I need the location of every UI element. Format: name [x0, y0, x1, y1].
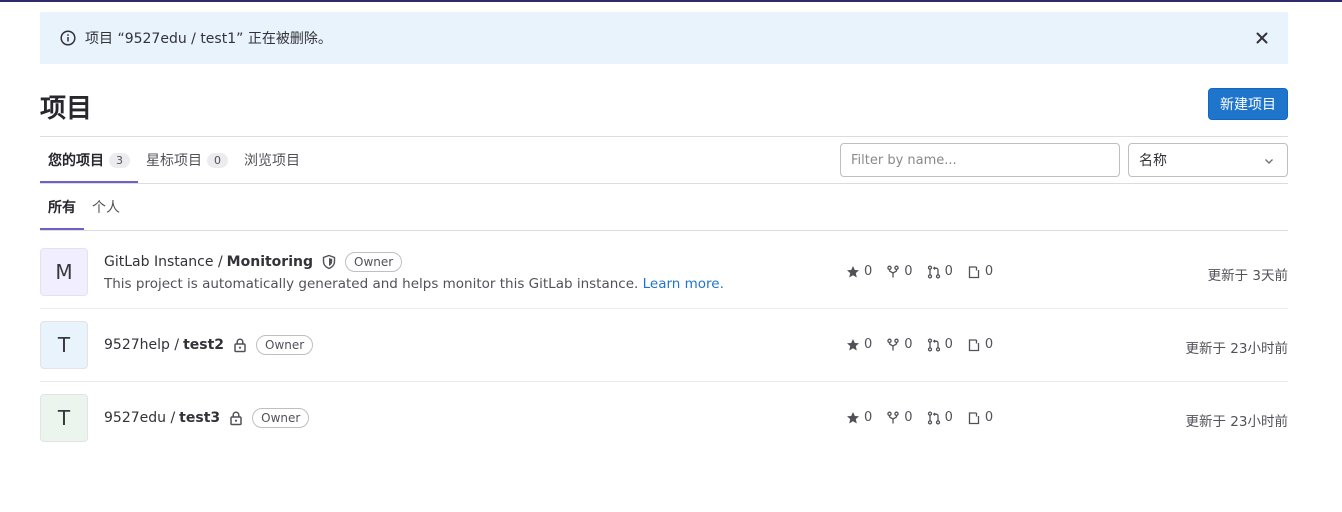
sort-selected: 名称: [1139, 153, 1167, 169]
merge-requests-stat[interactable]: 0: [927, 410, 953, 425]
filter-input[interactable]: [840, 143, 1120, 177]
subtab-personal[interactable]: 个人: [84, 184, 128, 230]
project-name: test3: [179, 410, 221, 426]
merge-requests-stat[interactable]: 0: [927, 337, 953, 352]
shield-icon: [321, 254, 337, 270]
subtab-all[interactable]: 所有: [40, 184, 84, 230]
count-badge: 3: [109, 152, 130, 168]
merge-request-icon: [927, 264, 941, 279]
forks-count: 0: [904, 337, 913, 352]
project-namespace: GitLab Instance /: [104, 254, 223, 270]
merge-requests-stat[interactable]: 0: [927, 264, 953, 279]
stars-count: 0: [864, 410, 873, 425]
forks-stat[interactable]: 0: [886, 337, 913, 352]
forks-stat[interactable]: 0: [886, 410, 913, 425]
project-namespace: 9527edu /: [104, 410, 176, 426]
deletion-alert: 项目 “9527edu / test1” 正在被删除。: [40, 12, 1288, 64]
forks-count: 0: [904, 410, 913, 425]
role-badge: Owner: [252, 408, 310, 428]
project-stats: 0 0 0 0: [846, 337, 1007, 352]
project-title[interactable]: 9527edu / test3 Owner: [104, 408, 310, 428]
chevron-down-icon: [1263, 155, 1275, 167]
stars-stat[interactable]: 0: [846, 264, 872, 279]
role-badge: Owner: [256, 335, 314, 355]
fork-icon: [886, 338, 900, 352]
merge-requests-count: 0: [944, 337, 953, 352]
stars-stat[interactable]: 0: [846, 410, 872, 425]
issues-count: 0: [984, 337, 994, 352]
merge-request-icon: [927, 410, 941, 425]
updated-time: 更新于 3天前: [1207, 268, 1288, 284]
divider: [40, 230, 1288, 231]
project-description: This project is automatically generated …: [104, 276, 724, 292]
avatar[interactable]: T: [40, 394, 88, 442]
issues-stat[interactable]: 0: [967, 337, 993, 352]
project-tabs: 您的项目 3 星标项目 0 浏览项目: [40, 137, 308, 183]
filter-subtabs: 所有 个人: [40, 184, 128, 230]
star-icon: [846, 265, 860, 279]
count-badge: 0: [207, 152, 228, 168]
merge-requests-count: 0: [944, 264, 953, 279]
stars-count: 0: [864, 337, 873, 352]
star-icon: [846, 338, 860, 352]
learn-more-link[interactable]: Learn more.: [643, 276, 724, 292]
issues-icon: [967, 265, 981, 279]
project-row: T 9527edu / test3 Owner 0 0 0 0 更新于 23小时…: [40, 382, 1288, 455]
tab-label: 您的项目: [48, 153, 104, 169]
project-name: test2: [183, 337, 225, 353]
role-badge: Owner: [345, 252, 403, 272]
issues-count: 0: [984, 264, 994, 279]
alert-message: 项目 “9527edu / test1” 正在被删除。: [85, 31, 332, 47]
issues-icon: [967, 338, 981, 352]
issues-icon: [967, 411, 981, 425]
fork-icon: [886, 265, 900, 279]
lock-icon: [228, 410, 244, 426]
tab-starred-projects[interactable]: 星标项目 0: [138, 137, 236, 183]
project-title[interactable]: 9527help / test2 Owner: [104, 335, 314, 355]
fork-icon: [886, 411, 900, 425]
avatar[interactable]: M: [40, 248, 88, 296]
forks-count: 0: [904, 264, 913, 279]
project-row: T 9527help / test2 Owner 0 0 0 0 更新于 23小…: [40, 309, 1288, 382]
stars-stat[interactable]: 0: [846, 337, 872, 352]
top-border: [0, 0, 1342, 2]
page-title: 项目: [40, 94, 93, 124]
updated-time: 更新于 23小时前: [1185, 414, 1288, 430]
merge-requests-count: 0: [944, 410, 953, 425]
info-icon: [60, 30, 76, 46]
project-name: Monitoring: [226, 254, 313, 270]
new-project-button[interactable]: 新建项目: [1208, 88, 1288, 120]
close-icon[interactable]: [1254, 30, 1270, 46]
tab-explore-projects[interactable]: 浏览项目: [236, 137, 308, 183]
sort-dropdown[interactable]: 名称: [1128, 143, 1288, 177]
issues-stat[interactable]: 0: [967, 410, 993, 425]
merge-request-icon: [927, 337, 941, 352]
project-namespace: 9527help /: [104, 337, 180, 353]
issues-count: 0: [984, 410, 994, 425]
description-text: This project is automatically generated …: [104, 276, 639, 292]
tab-label: 浏览项目: [244, 153, 300, 169]
forks-stat[interactable]: 0: [886, 264, 913, 279]
issues-stat[interactable]: 0: [967, 264, 993, 279]
lock-icon: [232, 337, 248, 353]
project-stats: 0 0 0 0: [846, 264, 1007, 279]
avatar[interactable]: T: [40, 321, 88, 369]
updated-time: 更新于 23小时前: [1185, 341, 1288, 357]
project-row: M GitLab Instance / Monitoring Owner Thi…: [40, 236, 1288, 309]
divider: [40, 183, 1288, 184]
tab-your-projects[interactable]: 您的项目 3: [40, 137, 138, 183]
star-icon: [846, 411, 860, 425]
project-stats: 0 0 0 0: [846, 410, 1007, 425]
project-title[interactable]: GitLab Instance / Monitoring Owner: [104, 252, 403, 272]
tab-label: 星标项目: [146, 153, 202, 169]
stars-count: 0: [864, 264, 873, 279]
